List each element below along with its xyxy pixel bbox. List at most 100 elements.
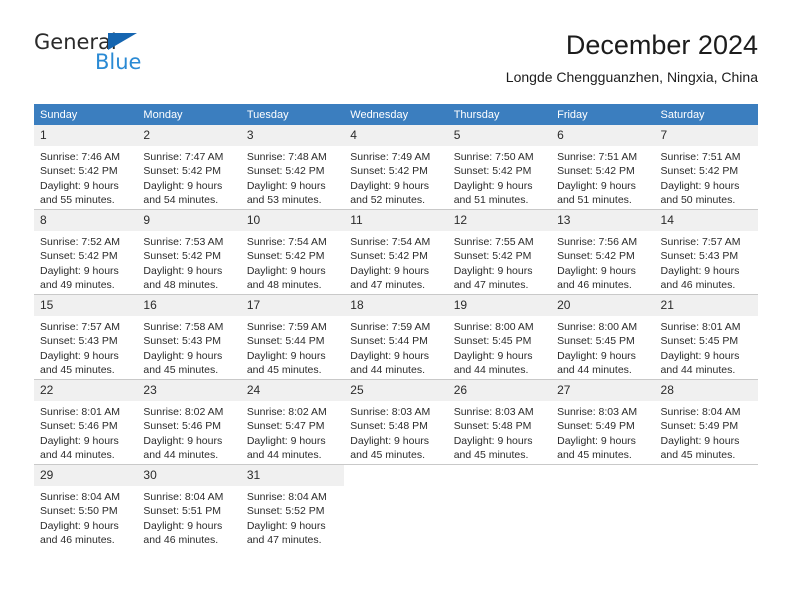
general-blue-logo[interactable]: General Blue: [34, 30, 214, 88]
daylight-text-line1: Daylight: 9 hours: [246, 434, 326, 447]
daylight-text-line1: Daylight: 9 hours: [453, 349, 533, 362]
day-cell[interactable]: 13 Sunrise: 7:56 AM Sunset: 5:42 PM Dayl…: [551, 209, 655, 295]
sunrise-text: Sunrise: 8:04 AM: [40, 491, 120, 503]
sunset-text: Sunset: 5:47 PM: [246, 420, 325, 433]
day-number: 22: [34, 380, 138, 401]
sunrise-text: Sunrise: 7:51 AM: [557, 151, 638, 163]
day-cell[interactable]: 31 Sunrise: 8:04 AM Sunset: 5:52 PM Dayl…: [240, 464, 345, 549]
day-number: [448, 465, 551, 486]
day-cell[interactable]: 22 Sunrise: 8:01 AM Sunset: 5:46 PM Dayl…: [34, 379, 138, 465]
sunset-text: Sunset: 5:42 PM: [40, 250, 118, 263]
day-number: [344, 465, 447, 486]
sunrise-text: Sunrise: 7:59 AM: [350, 321, 431, 333]
day-details: [655, 486, 758, 490]
day-cell[interactable]: 18 Sunrise: 7:59 AM Sunset: 5:44 PM Dayl…: [344, 294, 448, 380]
sunrise-text: Sunrise: 7:50 AM: [453, 151, 534, 163]
calendar-body: 1 Sunrise: 7:46 AM Sunset: 5:42 PM Dayli…: [34, 125, 758, 549]
day-cell[interactable]: 25 Sunrise: 8:03 AM Sunset: 5:48 PM Dayl…: [344, 379, 448, 465]
day-cell[interactable]: 2 Sunrise: 7:47 AM Sunset: 5:42 PM Dayli…: [137, 125, 241, 210]
day-number: 27: [551, 380, 655, 401]
day-number: 1: [34, 125, 138, 146]
day-cell[interactable]: 7 Sunrise: 7:51 AM Sunset: 5:42 PM Dayli…: [654, 125, 758, 210]
day-details: [344, 486, 447, 490]
daylight-text-line1: Daylight: 9 hours: [453, 179, 533, 192]
daylight-text-line2: and 44 minutes.: [246, 449, 322, 462]
sunset-text: Sunset: 5:44 PM: [350, 335, 428, 348]
daylight-text-line2: and 44 minutes.: [350, 364, 425, 377]
day-number: 20: [551, 295, 655, 316]
day-number: 15: [34, 295, 138, 316]
day-number: 30: [137, 465, 241, 486]
day-number: 19: [447, 295, 552, 316]
day-cell[interactable]: 23 Sunrise: 8:02 AM Sunset: 5:46 PM Dayl…: [137, 379, 241, 465]
day-cell[interactable]: 6 Sunrise: 7:51 AM Sunset: 5:42 PM Dayli…: [551, 125, 655, 210]
day-cell[interactable]: 28 Sunrise: 8:04 AM Sunset: 5:49 PM Dayl…: [654, 379, 758, 465]
daylight-text-line2: and 53 minutes.: [246, 194, 322, 207]
weekday-header-wednesday: Wednesday: [344, 104, 448, 125]
sunset-text: Sunset: 5:42 PM: [557, 250, 635, 263]
page-subtitle: Longde Chengguanzhen, Ningxia, China: [505, 69, 758, 85]
sunset-text: Sunset: 5:42 PM: [246, 250, 325, 263]
daylight-text-line1: Daylight: 9 hours: [246, 264, 326, 277]
daylight-text-line1: Daylight: 9 hours: [40, 434, 119, 447]
daylight-text-line2: and 51 minutes.: [453, 194, 529, 207]
day-cell[interactable]: 5 Sunrise: 7:50 AM Sunset: 5:42 PM Dayli…: [447, 125, 552, 210]
daylight-text-line2: and 45 minutes.: [143, 364, 219, 377]
daylight-text-line1: Daylight: 9 hours: [40, 519, 119, 532]
calendar-week-row: 15 Sunrise: 7:57 AM Sunset: 5:43 PM Dayl…: [34, 294, 758, 380]
daylight-text-line1: Daylight: 9 hours: [557, 434, 636, 447]
day-cell[interactable]: 27 Sunrise: 8:03 AM Sunset: 5:49 PM Dayl…: [551, 379, 655, 465]
calendar-page: General Blue December 2024 Longde Chengg…: [0, 0, 792, 612]
sunrise-text: Sunrise: 8:04 AM: [660, 406, 741, 418]
sunset-text: Sunset: 5:46 PM: [143, 420, 222, 433]
day-cell[interactable]: 24 Sunrise: 8:02 AM Sunset: 5:47 PM Dayl…: [240, 379, 345, 465]
day-cell[interactable]: 1 Sunrise: 7:46 AM Sunset: 5:42 PM Dayli…: [34, 125, 138, 210]
day-number: 28: [654, 380, 758, 401]
day-cell[interactable]: 15 Sunrise: 7:57 AM Sunset: 5:43 PM Dayl…: [34, 294, 138, 380]
title-block: December 2024 Longde Chengguanzhen, Ning…: [506, 28, 758, 87]
day-cell[interactable]: 14 Sunrise: 7:57 AM Sunset: 5:43 PM Dayl…: [654, 209, 758, 295]
day-number: 6: [551, 125, 655, 146]
day-details: Sunrise: 7:57 AM Sunset: 5:43 PM Dayligh…: [34, 316, 137, 378]
day-cell[interactable]: 29 Sunrise: 8:04 AM Sunset: 5:50 PM Dayl…: [34, 464, 138, 549]
day-details: Sunrise: 7:59 AM Sunset: 5:44 PM Dayligh…: [241, 316, 344, 378]
day-cell[interactable]: 16 Sunrise: 7:58 AM Sunset: 5:43 PM Dayl…: [137, 294, 241, 380]
day-cell[interactable]: 20 Sunrise: 8:00 AM Sunset: 5:45 PM Dayl…: [551, 294, 655, 380]
calendar-week-row: 22 Sunrise: 8:01 AM Sunset: 5:46 PM Dayl…: [34, 379, 758, 465]
sunset-text: Sunset: 5:43 PM: [660, 250, 739, 263]
sunset-text: Sunset: 5:46 PM: [40, 420, 118, 433]
day-cell[interactable]: 4 Sunrise: 7:49 AM Sunset: 5:42 PM Dayli…: [344, 125, 448, 210]
day-cell[interactable]: 30 Sunrise: 8:04 AM Sunset: 5:51 PM Dayl…: [137, 464, 241, 549]
daylight-text-line1: Daylight: 9 hours: [40, 264, 119, 277]
day-details: Sunrise: 7:55 AM Sunset: 5:42 PM Dayligh…: [448, 231, 551, 293]
day-cell[interactable]: 19 Sunrise: 8:00 AM Sunset: 5:45 PM Dayl…: [447, 294, 552, 380]
sunset-text: Sunset: 5:49 PM: [557, 420, 635, 433]
daylight-text-line1: Daylight: 9 hours: [557, 349, 636, 362]
daylight-text-line1: Daylight: 9 hours: [350, 434, 430, 447]
day-details: Sunrise: 8:04 AM Sunset: 5:51 PM Dayligh…: [137, 486, 240, 548]
day-details: Sunrise: 8:03 AM Sunset: 5:48 PM Dayligh…: [344, 401, 447, 463]
calendar-week-row: 1 Sunrise: 7:46 AM Sunset: 5:42 PM Dayli…: [34, 125, 758, 210]
sunset-text: Sunset: 5:48 PM: [350, 420, 428, 433]
sunset-text: Sunset: 5:44 PM: [246, 335, 325, 348]
sunrise-text: Sunrise: 8:01 AM: [660, 321, 741, 333]
day-cell[interactable]: 11 Sunrise: 7:54 AM Sunset: 5:42 PM Dayl…: [344, 209, 448, 295]
daylight-text-line2: and 48 minutes.: [143, 279, 219, 292]
day-cell[interactable]: 3 Sunrise: 7:48 AM Sunset: 5:42 PM Dayli…: [240, 125, 345, 210]
daylight-text-line2: and 46 minutes.: [557, 279, 632, 292]
day-number: 11: [344, 210, 448, 231]
day-cell[interactable]: 12 Sunrise: 7:55 AM Sunset: 5:42 PM Dayl…: [447, 209, 552, 295]
day-details: Sunrise: 8:04 AM Sunset: 5:52 PM Dayligh…: [241, 486, 344, 548]
sunset-text: Sunset: 5:50 PM: [40, 505, 118, 518]
day-cell[interactable]: 8 Sunrise: 7:52 AM Sunset: 5:42 PM Dayli…: [34, 209, 138, 295]
day-cell[interactable]: 26 Sunrise: 8:03 AM Sunset: 5:48 PM Dayl…: [447, 379, 552, 465]
day-cell[interactable]: 10 Sunrise: 7:54 AM Sunset: 5:42 PM Dayl…: [240, 209, 345, 295]
daylight-text-line1: Daylight: 9 hours: [246, 179, 326, 192]
daylight-text-line1: Daylight: 9 hours: [350, 179, 430, 192]
day-cell[interactable]: 9 Sunrise: 7:53 AM Sunset: 5:42 PM Dayli…: [137, 209, 241, 295]
day-cell[interactable]: 21 Sunrise: 8:01 AM Sunset: 5:45 PM Dayl…: [654, 294, 758, 380]
sunset-text: Sunset: 5:42 PM: [350, 250, 428, 263]
page-title: December 2024: [565, 30, 758, 60]
sunrise-text: Sunrise: 7:56 AM: [557, 236, 638, 248]
day-cell[interactable]: 17 Sunrise: 7:59 AM Sunset: 5:44 PM Dayl…: [240, 294, 345, 380]
